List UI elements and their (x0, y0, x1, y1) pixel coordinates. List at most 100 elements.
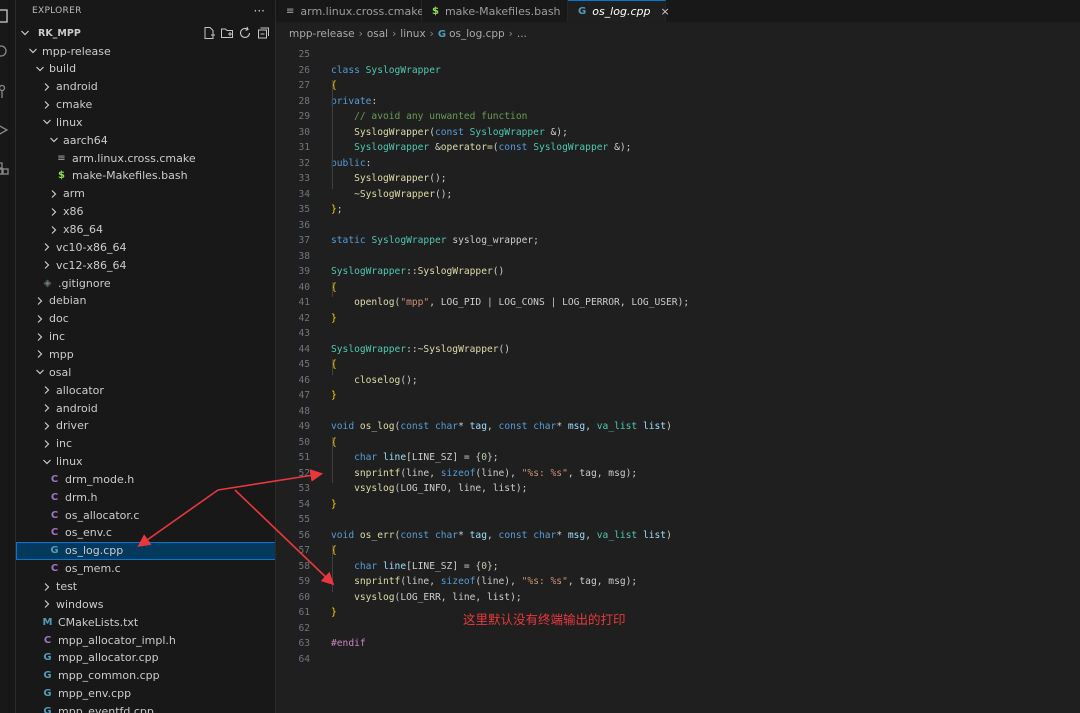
code-line[interactable]: void os_log(const char* tag, const char*… (331, 419, 672, 435)
tree-folder[interactable]: windows (16, 595, 275, 613)
chevron-right-icon (42, 582, 52, 592)
line-number: 39 (298, 266, 310, 277)
tree-folder[interactable]: build (16, 60, 275, 78)
code-line[interactable]: char line[LINE_SZ] = {0}; (331, 450, 498, 466)
tree-file[interactable]: Gmpp_common.cpp (16, 667, 275, 685)
line-number: 55 (298, 514, 310, 525)
tree-folder[interactable]: debian (16, 292, 275, 310)
tree-file[interactable]: Cmpp_allocator_impl.h (16, 631, 275, 649)
code-editor[interactable]: 25 26 class SyslogWrapper 27{28 private: 29 /… (276, 44, 1080, 713)
tree-folder[interactable]: android (16, 78, 275, 96)
tree-folder[interactable]: mpp (16, 345, 275, 363)
code-line[interactable]: // avoid any unwanted function (331, 109, 527, 125)
tree-folder[interactable]: doc (16, 310, 275, 328)
tab-arm-linux-cross-cmake[interactable]: ≡ arm.linux.cross.cmake (276, 0, 424, 22)
extensions-icon[interactable] (0, 160, 10, 176)
tree-folder[interactable]: linux (16, 453, 275, 471)
tree-item-label: mpp_env.cpp (58, 687, 132, 701)
code-line[interactable]: #endif (331, 636, 366, 652)
code-line[interactable]: snprintf(line, sizeof(line), "%s: %s", t… (331, 574, 637, 590)
code-line[interactable]: } (331, 311, 337, 327)
close-tab-icon[interactable]: × (660, 5, 669, 18)
code-line[interactable]: char line[LINE_SZ] = {0}; (331, 559, 498, 575)
search-icon[interactable] (0, 44, 10, 60)
tree-file[interactable]: $ make-Makefiles.bash (16, 167, 275, 185)
indent-guide (332, 545, 333, 592)
tree-item-label: mpp-release (42, 44, 111, 58)
code-line[interactable]: openlog("mpp", LOG_PID | LOG_CONS | LOG_… (331, 295, 689, 311)
code-line[interactable]: vsyslog(LOG_ERR, line, list); (331, 590, 522, 606)
tree-file[interactable]: Cdrm.h (16, 488, 275, 506)
breadcrumb-item[interactable]: mpp-release (289, 28, 355, 40)
tree-folder[interactable]: test (16, 578, 275, 596)
tree-file[interactable]: ≡ arm.linux.cross.cmake (16, 149, 275, 167)
code-line[interactable]: private: (331, 94, 377, 110)
tree-folder[interactable]: driver (16, 417, 275, 435)
tree-file[interactable]: Gmpp_allocator.cpp (16, 649, 275, 667)
code-line[interactable]: void os_err(const char* tag, const char*… (331, 528, 672, 544)
code-token: () (498, 343, 511, 355)
code-line[interactable]: snprintf(line, sizeof(line), "%s: %s", t… (331, 466, 637, 482)
code-line[interactable]: closelog(); (331, 373, 418, 389)
tree-folder[interactable]: x86 (16, 203, 275, 221)
workspace-root[interactable]: RK_MPP (16, 24, 275, 42)
tree-file[interactable]: Gmpp_env.cpp (16, 685, 275, 703)
code-line[interactable]: SyslogWrapper::SyslogWrapper() (331, 264, 504, 280)
code-line[interactable]: SyslogWrapper::~SyslogWrapper() (331, 342, 510, 358)
explorer-icon[interactable] (0, 8, 10, 24)
tree-folder[interactable]: inc (16, 435, 275, 453)
tree-file[interactable]: Cos_env.c (16, 524, 275, 542)
tree-file[interactable]: M CMakeLists.txt (16, 613, 275, 631)
more-actions-button[interactable]: ··· (254, 4, 265, 18)
tree-file[interactable]: ◈ .gitignore (16, 274, 275, 292)
breadcrumb-item[interactable]: osal (367, 28, 388, 40)
code-line[interactable]: ~SyslogWrapper(); (331, 187, 452, 203)
chevron-right-icon (35, 349, 45, 359)
tree-file[interactable]: Gos_log.cpp (16, 541, 275, 560)
tree-folder[interactable]: cmake (16, 96, 275, 114)
tree-folder[interactable]: mpp-release (16, 42, 275, 60)
source-control-icon[interactable] (0, 84, 10, 100)
code-line[interactable]: SyslogWrapper(); (331, 171, 446, 187)
tree-folder[interactable]: x86_64 (16, 221, 275, 239)
chevron-right-icon (42, 439, 52, 449)
run-debug-icon[interactable] (0, 122, 10, 138)
tree-folder[interactable]: allocator (16, 381, 275, 399)
tree-item-label: x86_64 (63, 223, 104, 236)
indent-guide (332, 80, 333, 189)
code-line[interactable]: static SyslogWrapper syslog_wrapper; (331, 233, 539, 249)
code-line[interactable]: SyslogWrapper &operator=(const SyslogWra… (331, 140, 631, 156)
code-line[interactable]: public: (331, 156, 371, 172)
tree-file[interactable]: Cos_allocator.c (16, 506, 275, 524)
tree-file[interactable]: Cos_mem.c (16, 560, 275, 578)
tab-make-makefiles-bash[interactable]: $ make-Makefiles.bash (422, 0, 568, 22)
tree-folder[interactable]: linux (16, 113, 275, 131)
tree-file[interactable]: Cdrm_mode.h (16, 470, 275, 488)
tree-folder[interactable]: arm (16, 185, 275, 203)
code-line[interactable]: } (331, 605, 337, 621)
tree-folder[interactable]: vc10-x86_64 (16, 238, 275, 256)
tree-folder[interactable]: android (16, 399, 275, 417)
code-line[interactable]: }; (331, 202, 343, 218)
tree-folder[interactable]: osal (16, 363, 275, 381)
breadcrumb-item[interactable]: ... (517, 28, 527, 40)
breadcrumb-item[interactable]: os_log.cpp (449, 28, 505, 40)
tree-folder[interactable]: vc12-x86_64 (16, 256, 275, 274)
code-token: , LOG_PID | LOG_CONS | LOG_PERROR, LOG_U… (429, 297, 690, 308)
code-token: : (371, 95, 378, 107)
tree-item-label: driver (56, 419, 89, 433)
tree-folder[interactable]: aarch64 (16, 131, 275, 149)
breadcrumb-item[interactable]: linux (400, 28, 425, 40)
code-line[interactable]: } (331, 497, 337, 513)
line-number: 32 (298, 157, 310, 169)
tree-folder[interactable]: inc (16, 328, 275, 346)
tab-os-log-cpp[interactable]: G os_log.cpp × (568, 0, 670, 22)
code-line[interactable]: vsyslog(LOG_INFO, line, list); (331, 481, 527, 497)
code-line[interactable]: class SyslogWrapper (331, 63, 441, 79)
code-line[interactable]: } (331, 388, 337, 404)
tree-file[interactable]: Gmpp_eventfd.cpp (16, 702, 275, 713)
code-line[interactable]: SyslogWrapper(const SyslogWrapper &); (331, 125, 568, 141)
